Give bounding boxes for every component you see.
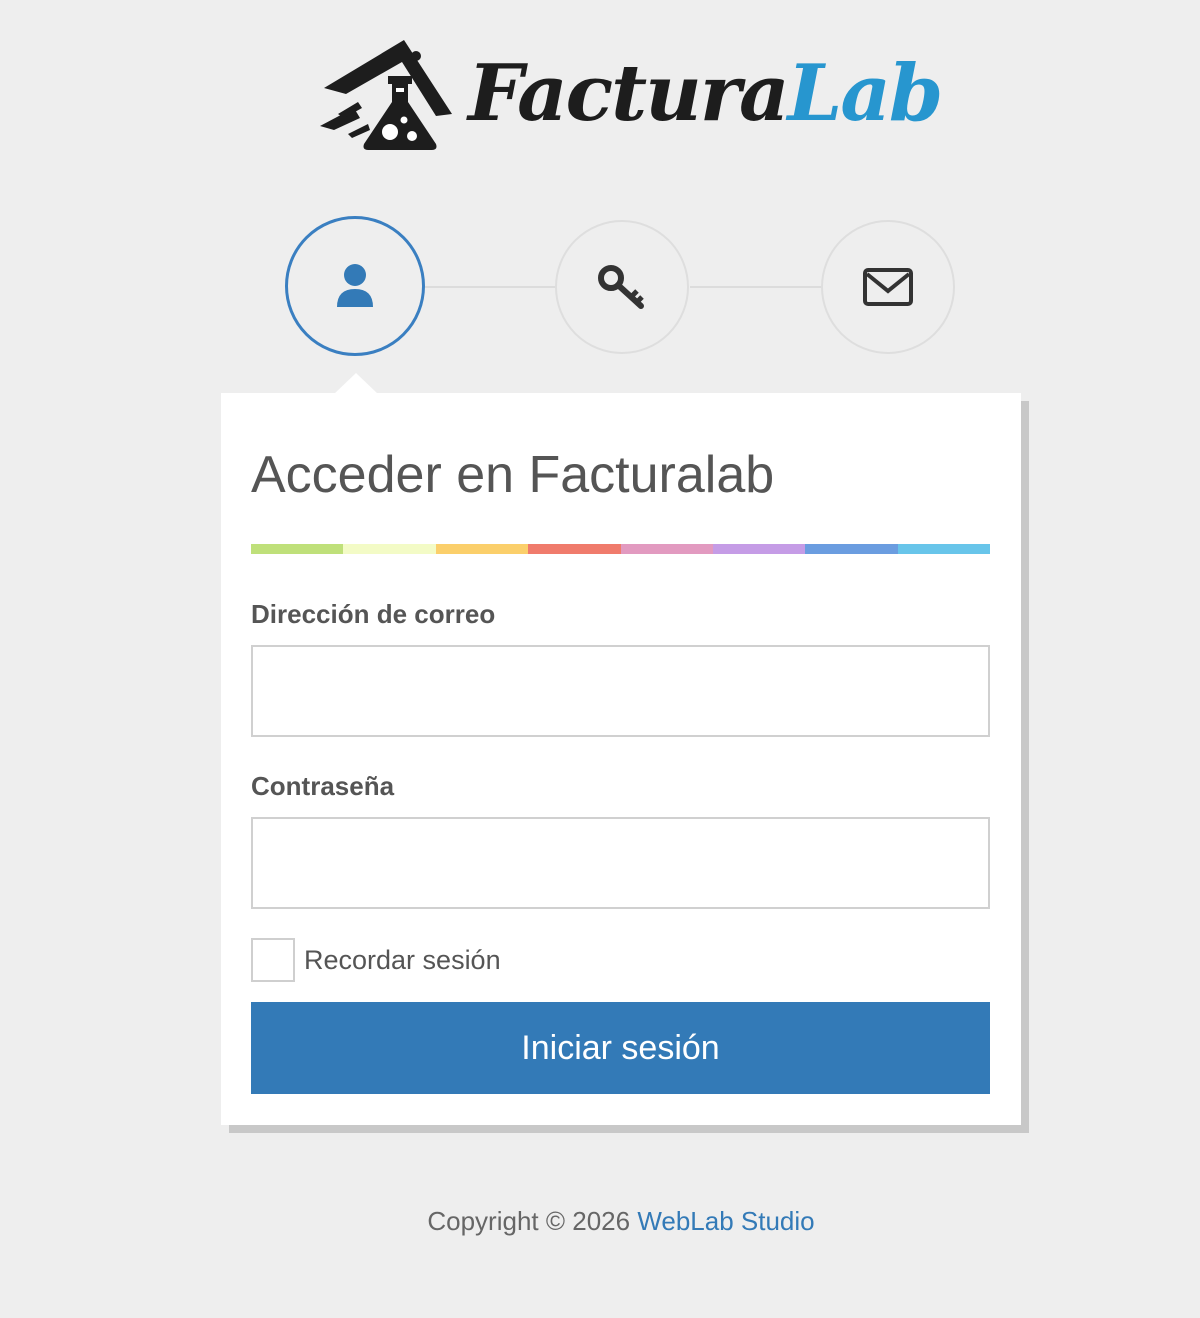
step-indicator	[0, 0, 1200, 400]
rainbow-segment	[343, 544, 436, 554]
rainbow-segment	[805, 544, 898, 554]
password-field[interactable]	[251, 817, 990, 909]
step-connector	[424, 286, 556, 288]
rainbow-segment	[435, 544, 529, 554]
copyright-text: Copyright © 2026	[427, 1206, 631, 1236]
remember-row: Recordar sesión	[251, 938, 501, 982]
step-password[interactable]	[555, 220, 689, 354]
step-connector	[690, 286, 822, 288]
step-login[interactable]	[285, 216, 425, 356]
password-label: Contraseña	[251, 771, 395, 801]
rainbow-segment	[251, 544, 344, 554]
rainbow-segment	[528, 544, 621, 554]
rainbow-segment	[897, 544, 990, 554]
step-email[interactable]	[821, 220, 955, 354]
envelope-icon	[863, 268, 913, 306]
key-icon	[598, 265, 644, 309]
login-card: Acceder en Facturalab Dirección de corre…	[221, 393, 1021, 1125]
rainbow-segment	[620, 544, 713, 554]
login-title: Acceder en Facturalab	[251, 446, 775, 504]
rainbow-segment	[712, 544, 806, 554]
card-pointer	[334, 373, 378, 394]
login-button[interactable]: Iniciar sesión	[251, 1002, 990, 1094]
login-page: FacturaLab Acceder en Facturalab Direcci…	[0, 0, 1200, 1318]
user-icon	[337, 264, 373, 307]
remember-label[interactable]: Recordar sesión	[304, 945, 501, 976]
rainbow-divider	[251, 544, 990, 554]
remember-checkbox[interactable]	[251, 938, 295, 982]
email-label: Dirección de correo	[251, 599, 496, 629]
weblab-link[interactable]: WebLab Studio	[637, 1206, 814, 1236]
email-field[interactable]	[251, 645, 990, 737]
footer: Copyright © 2026 WebLab Studio	[0, 1206, 1200, 1237]
